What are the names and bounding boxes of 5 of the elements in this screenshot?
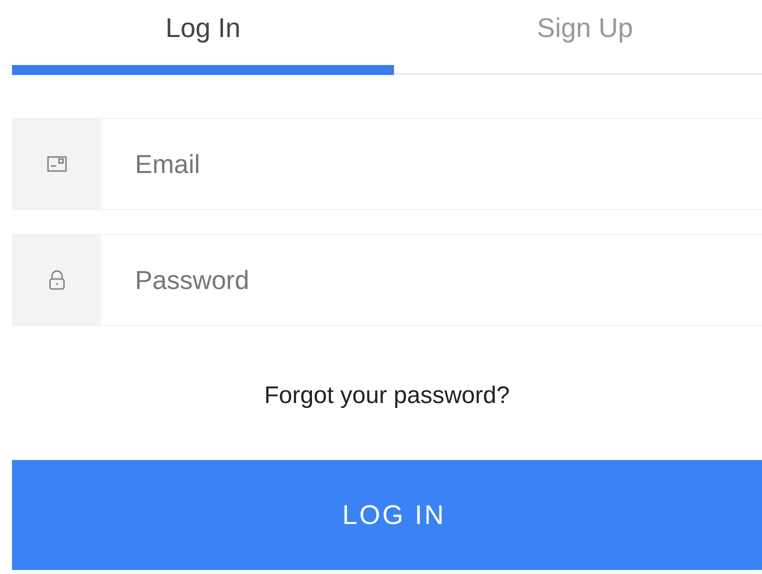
- card-icon: [47, 156, 67, 172]
- lock-icon: [49, 270, 65, 290]
- forgot-password-link[interactable]: Forgot your password?: [264, 378, 510, 414]
- login-button[interactable]: LOG IN: [12, 460, 762, 570]
- tab[interactable]: Log In: [12, 0, 394, 75]
